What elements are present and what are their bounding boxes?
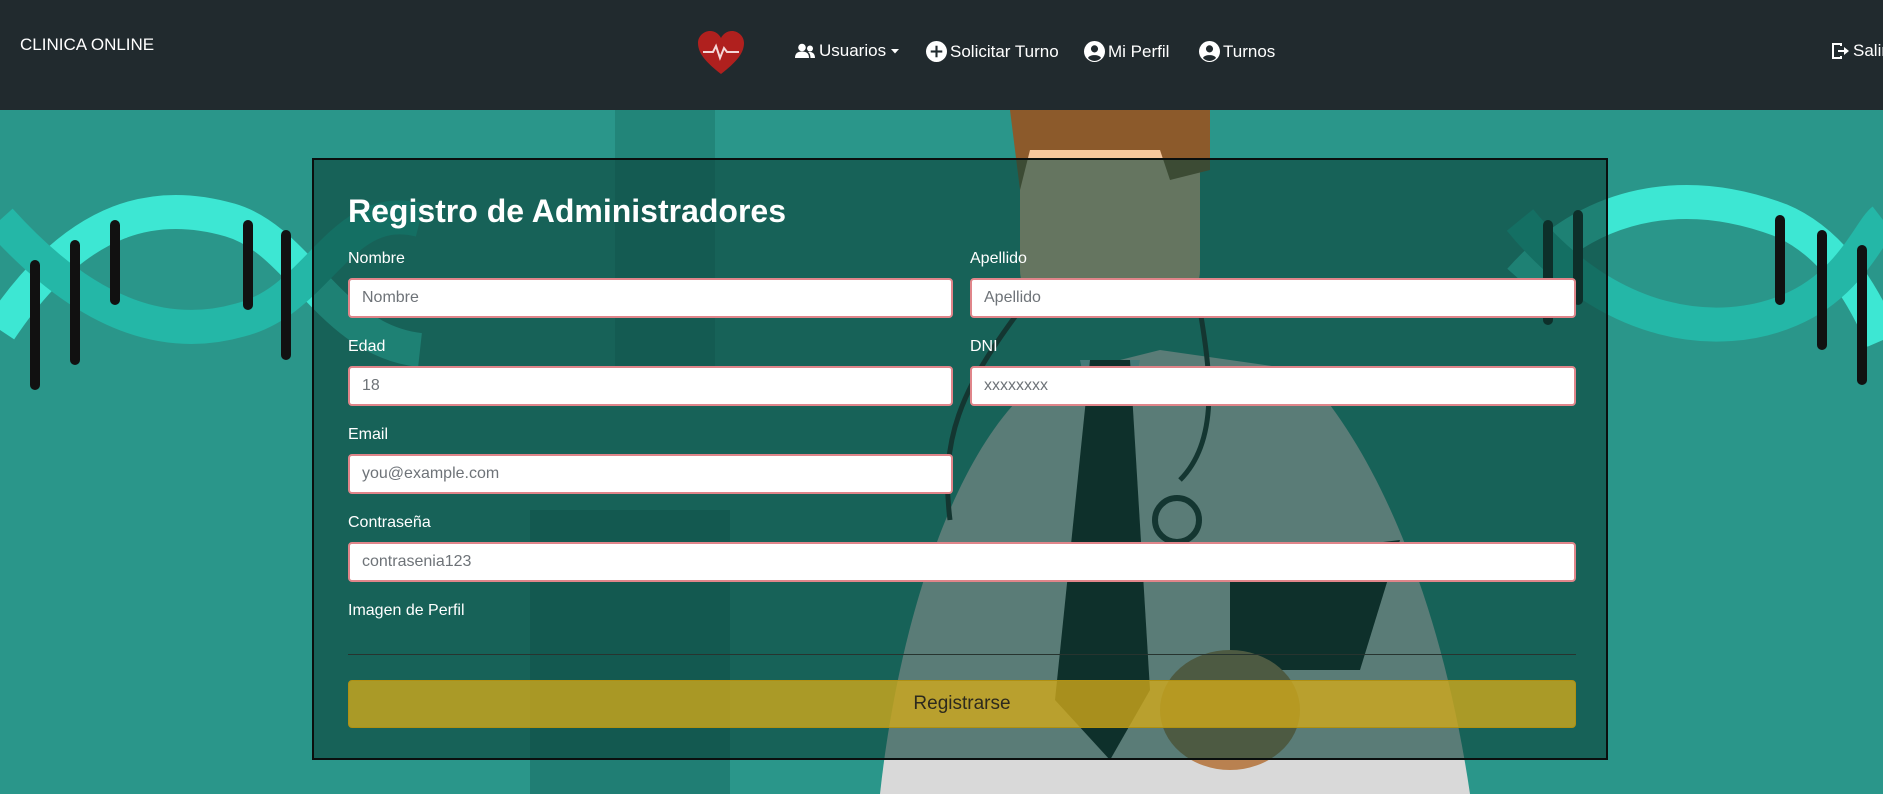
form-title: Registro de Administradores	[348, 193, 787, 229]
nav-solicitar-turno-label: Solicitar Turno	[950, 41, 1059, 61]
nav-solicitar-turno[interactable]: Solicitar Turno	[926, 41, 1059, 62]
registration-form-panel: Registro de Administradores Nombre Apell…	[312, 158, 1608, 760]
email-label: Email	[348, 426, 389, 443]
dni-label: DNI	[970, 338, 998, 355]
user-circle-icon	[1084, 41, 1105, 62]
edad-input[interactable]	[348, 366, 953, 406]
plus-circle-icon	[926, 41, 947, 62]
nav-salir-label: Salir	[1853, 41, 1883, 60]
apellido-input[interactable]	[970, 278, 1576, 318]
brand-name[interactable]: CLINICA ONLINE	[20, 35, 154, 55]
chevron-down-icon	[891, 49, 900, 54]
nav-usuarios-label: Usuarios	[819, 41, 887, 60]
logout-icon	[1832, 43, 1849, 59]
register-button[interactable]: Registrarse	[348, 680, 1576, 728]
nav-usuarios-dropdown[interactable]: Usuarios	[794, 41, 901, 61]
nav-mi-perfil-label: Mi Perfil	[1108, 41, 1170, 61]
nav-turnos-label: Turnos	[1223, 41, 1276, 61]
nav-salir[interactable]: Salir	[1830, 41, 1883, 61]
imagen-perfil-label: Imagen de Perfil	[348, 602, 465, 619]
nombre-label: Nombre	[348, 250, 405, 267]
nav-turnos[interactable]: Turnos	[1199, 41, 1275, 62]
edad-label: Edad	[348, 338, 386, 355]
divider	[348, 654, 1576, 655]
users-icon	[795, 43, 815, 58]
navbar: CLINICA ONLINE Usuarios Solicitar Turno	[0, 0, 1883, 110]
nombre-input[interactable]	[348, 278, 953, 318]
nav-mi-perfil[interactable]: Mi Perfil	[1084, 41, 1169, 62]
dni-input[interactable]	[970, 366, 1576, 406]
heart-pulse-icon[interactable]	[697, 30, 745, 76]
user-circle-icon	[1199, 41, 1220, 62]
password-label: Contraseña	[348, 514, 431, 531]
password-input[interactable]	[348, 542, 1576, 582]
apellido-label: Apellido	[970, 250, 1027, 267]
email-input[interactable]	[348, 454, 953, 494]
